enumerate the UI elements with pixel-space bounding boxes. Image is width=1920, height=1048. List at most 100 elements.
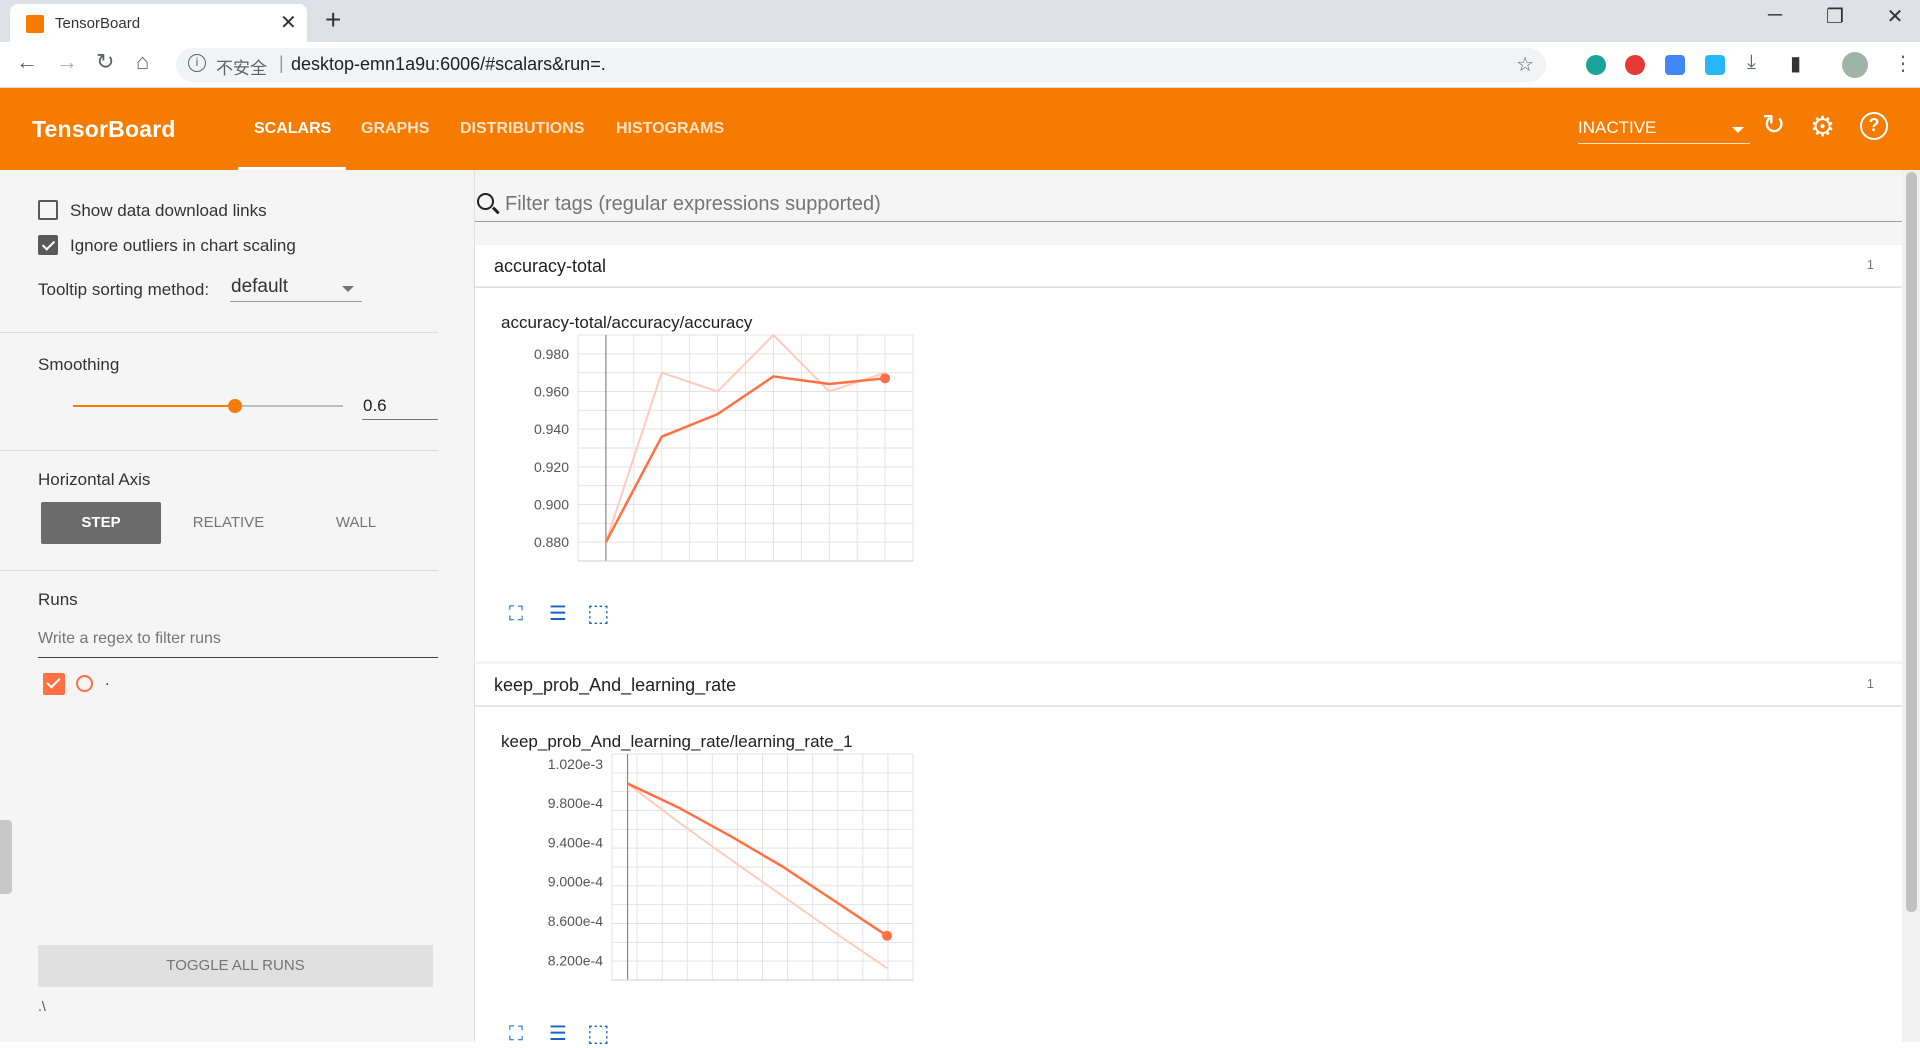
download-icon[interactable]: ⤓ [1747, 51, 1767, 73]
ignore-outliers-checkbox[interactable] [38, 235, 58, 255]
toggle-all-runs-button[interactable]: TOGGLE ALL RUNS [38, 945, 433, 987]
toggle-log-scale-icon[interactable]: ☰ [549, 1021, 567, 1046]
tensorboard-favicon-icon [26, 15, 44, 33]
tooltip-sorting-value: default [231, 276, 289, 297]
help-icon[interactable]: ? [1860, 112, 1888, 140]
run-color-circle-icon[interactable] [76, 675, 93, 692]
category-header[interactable]: keep_prob_And_learning_rate 1 [475, 664, 1902, 706]
category-header[interactable]: accuracy-total 1 [475, 245, 1902, 287]
tooltip-sorting-label: Tooltip sorting method: [38, 280, 210, 299]
extension-icon-2[interactable] [1705, 55, 1725, 75]
bookmark-star-icon[interactable]: ☆ [1516, 52, 1534, 77]
y-tick-label: 0.960 [534, 384, 569, 400]
run-checkbox[interactable] [43, 673, 65, 695]
url-separator: | [279, 53, 284, 73]
info-icon[interactable]: i [188, 54, 206, 72]
axis-relative-button[interactable]: RELATIVE [176, 502, 281, 544]
settings-gear-icon[interactable]: ⚙ [1810, 110, 1835, 143]
browser-tab[interactable]: TensorBoard ✕ [10, 4, 307, 42]
browser-tab-title: TensorBoard [55, 15, 141, 32]
refresh-icon[interactable]: ↻ [1762, 108, 1785, 141]
close-tab-icon[interactable]: ✕ [280, 10, 297, 35]
extension-icon[interactable] [1586, 55, 1606, 75]
security-label: 不安全 [216, 59, 267, 78]
chart-title: keep_prob_And_learning_rate/learning_rat… [501, 732, 853, 751]
translate-icon[interactable] [1665, 55, 1685, 75]
sidebar: Show data download links Ignore outliers… [0, 170, 475, 1042]
main-scrollbar-thumb[interactable] [1906, 172, 1917, 912]
category-count: 1 [1866, 676, 1874, 691]
new-tab-button[interactable]: + [325, 4, 341, 36]
filter-tags-input[interactable]: Filter tags (regular expressions support… [475, 190, 1902, 222]
reload-icon[interactable]: ↻ [96, 49, 114, 75]
address-bar[interactable]: i 不安全 | desktop-emn1a9u:6006/#scalars&ru… [176, 48, 1546, 82]
toggle-log-scale-icon[interactable]: ☰ [549, 601, 567, 626]
forward-icon[interactable]: → [56, 49, 78, 75]
learning-rate-chart: 1.020e-3 9.800e-4 9.400e-4 9.000e-4 8.600e-4… [548, 753, 914, 981]
smoothing-input[interactable]: 0.6 [362, 394, 438, 420]
sidebar-resize-handle[interactable] [0, 820, 12, 894]
section-divider [0, 332, 438, 333]
back-icon[interactable]: ← [16, 49, 38, 75]
smoothing-slider-fill [73, 405, 235, 407]
adblock-icon[interactable] [1625, 55, 1645, 75]
fullscreen-icon[interactable]: ⛶ [509, 603, 523, 626]
raw-series-line [626, 782, 888, 970]
run-status-dropdown[interactable]: INACTIVE [1578, 118, 1750, 144]
tab-distributions[interactable]: DISTRIBUTIONS [460, 120, 584, 138]
y-tick-label: 8.200e-4 [548, 952, 603, 968]
fullscreen-icon[interactable]: ⛶ [509, 1023, 523, 1046]
restore-window-icon[interactable]: ❐ [1805, 4, 1865, 29]
horizontal-axis-label: Horizontal Axis [38, 470, 151, 489]
section-divider [0, 570, 438, 571]
tooltip-sorting-select[interactable]: default [230, 274, 362, 302]
chevron-down-icon [342, 286, 354, 292]
minimize-window-icon[interactable]: ─ [1745, 4, 1805, 27]
y-tick-label: 0.920 [534, 459, 569, 475]
run-status-value: INACTIVE [1578, 118, 1657, 137]
run-name: . [105, 672, 110, 689]
y-tick-label: 9.800e-4 [548, 795, 603, 811]
chevron-down-icon [1732, 127, 1744, 133]
y-tick-label: 1.020e-3 [548, 756, 603, 772]
series-end-point [882, 930, 893, 941]
axis-wall-button[interactable]: WALL [306, 502, 406, 544]
category-name: keep_prob_And_learning_rate [494, 675, 737, 695]
filter-tags-placeholder: Filter tags (regular expressions support… [505, 193, 881, 215]
close-window-icon[interactable]: ✕ [1865, 4, 1920, 29]
smoothing-label: Smoothing [38, 355, 120, 374]
browser-tab-strip: TensorBoard ✕ + ─ ❐ ✕ [0, 0, 1920, 42]
bookmark-icon[interactable]: ▮ [1790, 51, 1810, 75]
app-title: TensorBoard [32, 116, 176, 142]
y-tick-label: 0.880 [534, 534, 569, 550]
ignore-outliers-label: Ignore outliers in chart scaling [70, 236, 296, 255]
runs-filter-input[interactable]: Write a regex to filter runs [38, 630, 438, 658]
tab-scalars[interactable]: SCALARS [254, 120, 331, 138]
menu-more-icon[interactable]: ⋮ [1893, 51, 1913, 75]
url-text[interactable]: desktop-emn1a9u:6006/#scalars&run=. [291, 54, 606, 75]
show-download-links-checkbox[interactable] [38, 200, 58, 220]
tab-histograms[interactable]: HISTOGRAMS [616, 120, 724, 138]
fit-domain-icon[interactable]: ⬚ [587, 599, 610, 628]
series-end-point [880, 373, 891, 384]
tab-graphs[interactable]: GRAPHS [361, 120, 429, 138]
chart-title: accuracy-total/accuracy/accuracy [501, 313, 753, 332]
y-tick-label: 0.980 [534, 346, 569, 362]
browser-toolbar: ← → ↻ ⌂ i 不安全 | desktop-emn1a9u:6006/#sc… [0, 42, 1920, 88]
chart-card: keep_prob_And_learning_rate/learning_rat… [475, 707, 1902, 1047]
logdir-path: .\ [38, 998, 46, 1014]
y-tick-label: 9.400e-4 [548, 834, 603, 850]
tensorboard-header: TensorBoard SCALARS GRAPHS DISTRIBUTIONS… [0, 88, 1920, 170]
y-tick-label: 9.000e-4 [548, 874, 603, 890]
profile-avatar[interactable] [1842, 52, 1868, 78]
section-divider [0, 450, 438, 451]
y-tick-label: 8.600e-4 [548, 913, 603, 929]
chart-card: accuracy-total/accuracy/accuracy 0.980 0.… [475, 288, 1902, 661]
category-count: 1 [1866, 257, 1874, 272]
y-tick-label: 0.900 [534, 497, 569, 513]
category-name: accuracy-total [494, 256, 607, 276]
smoothing-slider-knob[interactable] [228, 399, 242, 413]
axis-step-button[interactable]: STEP [41, 502, 161, 544]
fit-domain-icon[interactable]: ⬚ [587, 1019, 610, 1048]
home-icon[interactable]: ⌂ [136, 49, 149, 75]
